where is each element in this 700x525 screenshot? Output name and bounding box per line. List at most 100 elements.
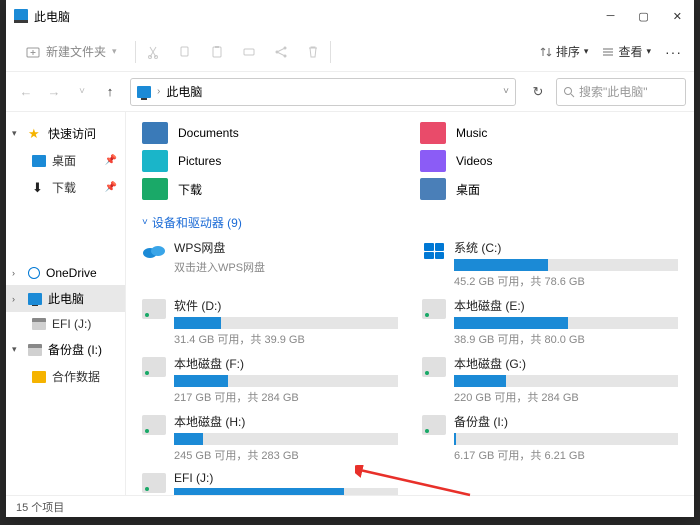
- drive-item[interactable]: 本地磁盘 (E:)38.9 GB 可用，共 80.0 GB: [422, 297, 678, 347]
- minimize-button[interactable]: ─: [607, 10, 615, 23]
- sidebar-item-quick-access[interactable]: ▾ ★ 快速访问: [6, 120, 125, 147]
- folder-item[interactable]: Music: [420, 122, 678, 144]
- sidebar-item-desktop[interactable]: 桌面 📌: [6, 147, 125, 174]
- usage-bar: [454, 375, 678, 387]
- folder-item[interactable]: 下载: [142, 178, 400, 200]
- folder-label: Videos: [456, 154, 492, 168]
- pc-icon: [28, 293, 42, 305]
- titlebar: 此电脑 ─ ▢ ✕: [6, 0, 694, 32]
- folder-item[interactable]: Pictures: [142, 150, 400, 172]
- usage-bar: [454, 259, 678, 271]
- drive-sub: 双击进入WPS网盘: [174, 259, 398, 275]
- drive-name: 本地磁盘 (E:): [454, 297, 678, 314]
- drive-icon: [422, 357, 446, 377]
- new-folder-button[interactable]: 新建文件夹 ▾: [18, 39, 125, 64]
- up-button[interactable]: ˅: [70, 86, 94, 97]
- drive-name: 本地磁盘 (H:): [174, 413, 398, 430]
- more-button[interactable]: ···: [665, 44, 682, 60]
- sidebar-item-onedrive[interactable]: › OneDrive: [6, 261, 125, 285]
- chevron-down-icon: ▾: [12, 128, 22, 139]
- view-icon: [602, 46, 614, 58]
- usage-bar: [454, 317, 678, 329]
- up-dir-button[interactable]: ↑: [98, 84, 122, 99]
- usage-bar: [454, 433, 678, 445]
- drive-name: 备份盘 (I:): [454, 413, 678, 430]
- maximize-button[interactable]: ▢: [638, 10, 648, 23]
- drive-item[interactable]: 系统 (C:) 45.2 GB 可用，共 78.6 GB: [422, 239, 678, 289]
- drive-name: 软件 (D:): [174, 297, 398, 314]
- drive-item[interactable]: 本地磁盘 (H:) 245 GB 可用，共 283 GB: [142, 413, 398, 463]
- sidebar-item-coop[interactable]: 合作数据: [6, 363, 125, 390]
- window-title: 此电脑: [34, 8, 70, 25]
- folder-label: 桌面: [456, 181, 480, 198]
- sidebar: ▾ ★ 快速访问 桌面 📌 ⬇ 下载 📌 › OneDrive ›: [6, 112, 126, 495]
- chevron-down-icon[interactable]: ˅: [503, 86, 509, 97]
- sort-button[interactable]: 排序 ▾: [540, 43, 589, 60]
- drive-item[interactable]: 软件 (D:)31.4 GB 可用，共 39.9 GB: [142, 297, 398, 347]
- copy-icon[interactable]: [178, 45, 192, 59]
- folder-icon: [420, 150, 446, 172]
- pin-icon: 📌: [105, 155, 117, 166]
- wps-icon: [142, 241, 166, 261]
- sidebar-item-thispc[interactable]: › 此电脑: [6, 285, 125, 312]
- section-devices[interactable]: ˅ 设备和驱动器 (9): [142, 214, 678, 231]
- separator: [330, 41, 331, 63]
- drive-item[interactable]: EFI (J:)109 MB 可用，共 449 MB: [142, 471, 398, 495]
- cut-icon[interactable]: [146, 45, 160, 59]
- separator: [135, 41, 136, 63]
- drive-icon: [422, 299, 446, 319]
- share-icon[interactable]: [274, 45, 288, 59]
- content-pane: Documents Music Pictures Videos 下载 桌面 ˅ 设备和驱动…: [126, 112, 694, 495]
- toolbar: 新建文件夹 ▾ 排序 ▾ 查看 ▾ ···: [6, 32, 694, 72]
- folder-icon: [142, 150, 168, 172]
- folder-item[interactable]: Documents: [142, 122, 400, 144]
- chevron-down-icon: ▾: [12, 344, 22, 355]
- drive-item[interactable]: 本地磁盘 (G:) 220 GB 可用，共 284 GB: [422, 355, 678, 405]
- drive-name: EFI (J:): [174, 471, 398, 485]
- view-button[interactable]: 查看 ▾: [602, 43, 651, 60]
- drive-item[interactable]: 备份盘 (I:) 6.17 GB 可用，共 6.21 GB: [422, 413, 678, 463]
- forward-button[interactable]: →: [42, 84, 66, 99]
- close-button[interactable]: ✕: [673, 10, 682, 23]
- folder-item[interactable]: 桌面: [420, 178, 678, 200]
- delete-icon[interactable]: [306, 45, 320, 59]
- drive-free: 220 GB 可用，共 284 GB: [454, 389, 678, 405]
- address-bar[interactable]: › 此电脑 ˅: [130, 78, 516, 106]
- star-icon: ★: [28, 128, 42, 140]
- desktop-icon: [32, 155, 46, 167]
- search-icon: [563, 86, 575, 98]
- drive-free: 6.17 GB 可用，共 6.21 GB: [454, 447, 678, 463]
- chevron-right-icon: ›: [12, 294, 22, 304]
- drive-name: 本地磁盘 (G:): [454, 355, 678, 372]
- sidebar-item-downloads[interactable]: ⬇ 下载 📌: [6, 174, 125, 201]
- usage-bar: [174, 317, 398, 329]
- folder-label: Music: [456, 126, 487, 140]
- drive-icon: [142, 299, 166, 319]
- drive-icon: [28, 344, 42, 356]
- drive-name: 系统 (C:): [454, 239, 678, 256]
- search-input[interactable]: 搜索"此电脑": [556, 78, 686, 106]
- drive-free: 45.2 GB 可用，共 78.6 GB: [454, 273, 678, 289]
- refresh-button[interactable]: ↻: [524, 84, 552, 100]
- folder-label: Pictures: [178, 154, 221, 168]
- drive-free: 245 GB 可用，共 283 GB: [174, 447, 398, 463]
- sidebar-item-backup[interactable]: ▾ 备份盘 (I:): [6, 336, 125, 363]
- sidebar-item-efi[interactable]: EFI (J:): [6, 312, 125, 336]
- drive-item[interactable]: 本地磁盘 (F:)217 GB 可用，共 284 GB: [142, 355, 398, 405]
- chevron-right-icon: ›: [12, 268, 22, 278]
- drive-icon: [142, 473, 166, 493]
- status-bar: 15 个项目: [6, 495, 694, 517]
- folder-item[interactable]: Videos: [420, 150, 678, 172]
- folder-label: Documents: [178, 126, 239, 140]
- onedrive-icon: [28, 267, 40, 279]
- pc-icon: [137, 86, 151, 98]
- drive-item[interactable]: WPS网盘双击进入WPS网盘: [142, 239, 398, 289]
- usage-bar: [174, 375, 398, 387]
- rename-icon[interactable]: [242, 45, 256, 59]
- paste-icon[interactable]: [210, 45, 224, 59]
- pin-icon: 📌: [105, 182, 117, 193]
- folder-icon: [142, 178, 168, 200]
- item-count: 15 个项目: [16, 499, 64, 515]
- download-icon: ⬇: [32, 182, 46, 194]
- back-button[interactable]: ←: [14, 84, 38, 99]
